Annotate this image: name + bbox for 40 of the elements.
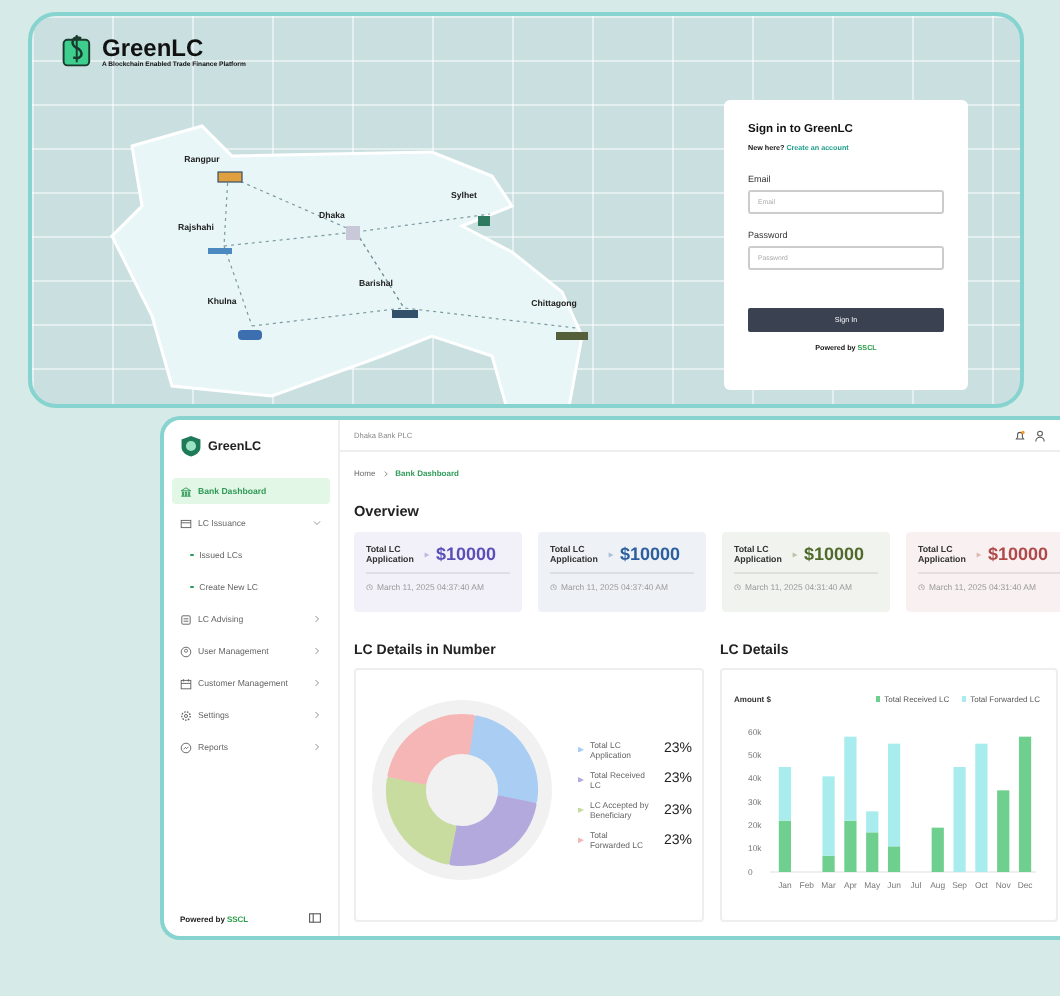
triangle-icon	[976, 551, 982, 558]
document-icon	[180, 613, 192, 625]
sidebar-toggle-icon[interactable]	[308, 912, 322, 924]
settings-icon	[180, 709, 192, 721]
clock-icon	[366, 583, 373, 591]
triangle-icon	[424, 551, 430, 558]
card-amount: $10000	[436, 544, 497, 565]
clock-icon	[734, 583, 741, 591]
bar	[975, 743, 988, 872]
bar	[997, 790, 1010, 872]
chevron-right-icon[interactable]	[312, 678, 322, 688]
donut-slice	[449, 795, 537, 866]
card-icon	[180, 517, 192, 529]
shield-logo-icon	[180, 434, 202, 458]
clock-icon	[918, 583, 925, 591]
card-amount: $10000	[804, 544, 865, 565]
chart-icon	[180, 741, 192, 753]
chevron-down-icon[interactable]	[312, 518, 322, 528]
bell-icon[interactable]	[1014, 429, 1026, 441]
donut-slice	[467, 715, 538, 803]
card-amount: $10000	[620, 544, 681, 565]
bar	[1018, 736, 1032, 872]
app-logo-name: GreenLC	[102, 35, 206, 59]
chevron-right-icon[interactable]	[312, 646, 322, 656]
logo-icon	[62, 34, 94, 68]
clock-icon	[550, 583, 557, 591]
user-icon[interactable]	[1034, 429, 1046, 441]
triangle-icon	[608, 551, 614, 558]
chevron-right-icon[interactable]	[312, 710, 322, 720]
user-icon	[180, 645, 192, 657]
bank-icon	[180, 485, 192, 497]
bar	[953, 767, 966, 872]
bar	[931, 827, 944, 872]
calendar-icon	[180, 677, 192, 689]
donut-slice	[386, 777, 457, 865]
triangle-icon	[792, 551, 798, 558]
chevron-right-icon[interactable]	[312, 742, 322, 752]
card-amount: $10000	[988, 544, 1049, 565]
donut-slice	[387, 714, 475, 785]
chevron-right-icon[interactable]	[312, 614, 322, 624]
